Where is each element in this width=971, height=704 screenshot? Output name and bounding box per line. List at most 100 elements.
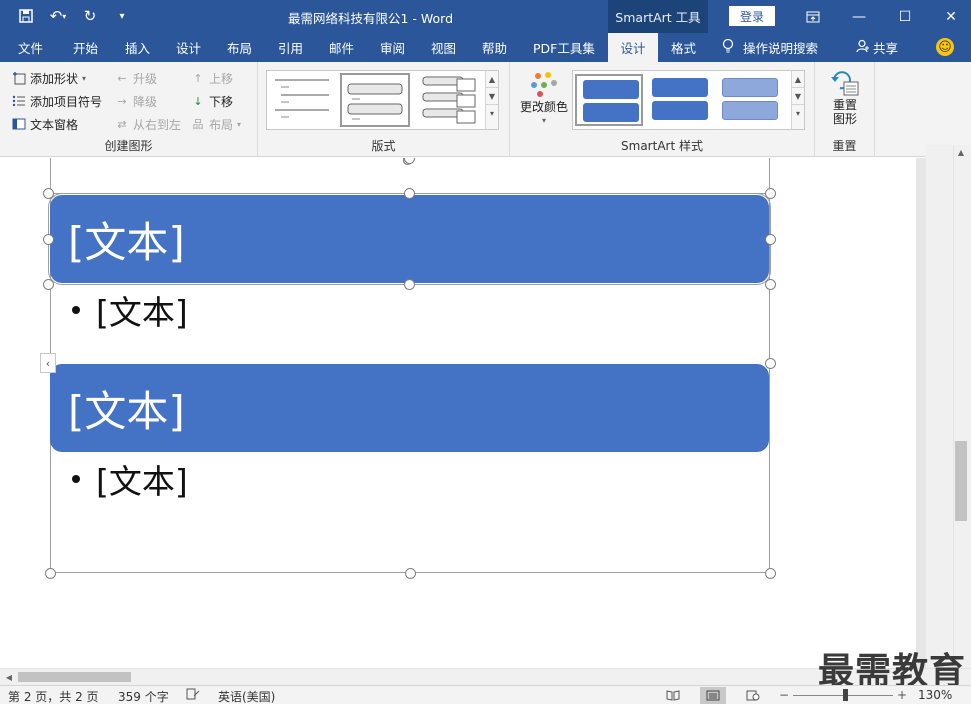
resize-handle[interactable] <box>42 233 54 245</box>
group-reset: 重置 图形 重置 <box>815 62 875 157</box>
feedback-smiley-icon[interactable]: ☺ <box>936 38 954 56</box>
scroll-down-icon[interactable]: ▼ <box>792 88 804 105</box>
vertical-scroll-track[interactable] <box>953 145 969 668</box>
resize-handle[interactable] <box>403 187 415 199</box>
text-pane-toggle-icon[interactable]: ‹ <box>40 353 56 373</box>
page-count[interactable]: 第 2 页，共 2 页 <box>8 688 99 704</box>
tab-view[interactable]: 视图 <box>431 33 456 62</box>
add-bullet-label: 添加项目符号 <box>30 94 103 109</box>
resize-handle[interactable] <box>42 187 54 199</box>
reset-graphic-label-2: 图形 <box>832 112 857 126</box>
word-count[interactable]: 359 个字 <box>118 688 169 704</box>
change-colors-button[interactable]: 更改颜色 ▾ <box>516 70 572 128</box>
resize-handle[interactable] <box>764 278 776 290</box>
undo-icon[interactable]: ↶ ▾ <box>46 5 70 27</box>
zoom-out-button[interactable]: − <box>779 688 789 702</box>
resize-handle[interactable] <box>764 187 776 199</box>
tab-home[interactable]: 开始 <box>73 33 98 62</box>
zoom-level[interactable]: 130% <box>918 688 952 702</box>
resize-handle[interactable] <box>764 567 776 579</box>
group-smartart-styles: 更改颜色 ▾ ▲ ▼ ▾ SmartArt 样式 <box>510 62 815 157</box>
read-mode-icon[interactable] <box>660 687 686 704</box>
minimize-icon[interactable]: — <box>836 0 882 33</box>
layout-gallery: ▲ ▼ ▾ <box>266 70 499 130</box>
promote-button[interactable]: ← 升级 <box>115 68 157 88</box>
proofing-icon[interactable] <box>186 688 200 703</box>
zoom-in-button[interactable]: + <box>897 688 907 702</box>
add-bullet-button[interactable]: 添加项目符号 <box>12 91 102 111</box>
tab-pdf-tools[interactable]: PDF工具集 <box>533 33 595 62</box>
resize-handle[interactable] <box>764 357 776 369</box>
document-page[interactable]: ⟳ [文本] [文本] [文本] [文本] ‹ <box>0 158 916 668</box>
resize-handle[interactable] <box>764 233 776 245</box>
resize-handle[interactable] <box>403 158 415 164</box>
layout-thumb-vertical-box-list[interactable] <box>340 73 410 127</box>
tab-review[interactable]: 审阅 <box>380 33 405 62</box>
lightbulb-icon <box>722 38 734 57</box>
add-shape-icon <box>12 71 26 85</box>
style-gallery-scroll[interactable]: ▲ ▼ ▾ <box>791 71 804 129</box>
tab-references[interactable]: 引用 <box>278 33 303 62</box>
title-bar: ↶ ▾ ↻ ▾ 最需网络科技有限公1 - Word SmartArt 工具 登录 … <box>0 0 971 33</box>
save-icon[interactable] <box>14 5 38 27</box>
resize-handle[interactable] <box>404 567 416 579</box>
smartart-shape[interactable]: [文本] <box>48 193 771 285</box>
reset-graphic-label-1: 重置 <box>832 98 857 112</box>
scroll-up-icon[interactable]: ▲ <box>953 145 969 159</box>
style-thumb-subtle-effect[interactable] <box>716 74 784 126</box>
vertical-scroll-thumb[interactable] <box>955 441 967 521</box>
tab-mailings[interactable]: 邮件 <box>329 33 354 62</box>
move-down-button[interactable]: ↓ 下移 <box>191 91 233 111</box>
scroll-up-icon[interactable]: ▲ <box>792 71 804 88</box>
horizontal-scroll-thumb[interactable] <box>18 672 131 682</box>
demote-button[interactable]: → 降级 <box>115 91 157 111</box>
tab-layout[interactable]: 布局 <box>227 33 252 62</box>
arrow-down-icon: ↓ <box>193 94 203 108</box>
tab-help[interactable]: 帮助 <box>482 33 507 62</box>
layout-gallery-scroll[interactable]: ▲ ▼ ▾ <box>485 71 498 129</box>
style-thumb-white-outline[interactable] <box>646 74 714 126</box>
resize-handle[interactable] <box>403 278 415 290</box>
add-shape-button[interactable]: 添加形状 ▾ <box>12 68 86 88</box>
smartart-bullet[interactable]: [文本] <box>72 286 188 334</box>
share-button[interactable]: 共享 <box>856 33 898 62</box>
resize-handle[interactable] <box>42 278 54 290</box>
web-layout-icon[interactable] <box>740 687 766 704</box>
style-thumb-simple-fill[interactable] <box>575 74 643 126</box>
scroll-down-icon[interactable]: ▼ <box>486 88 498 105</box>
zoom-slider-thumb[interactable] <box>843 689 848 701</box>
group-layouts: ▲ ▼ ▾ 版式 <box>258 62 510 157</box>
smartart-bullet[interactable]: [文本] <box>72 455 188 503</box>
move-up-button[interactable]: ↑ 上移 <box>191 68 233 88</box>
add-shape-label: 添加形状 <box>30 71 79 86</box>
customize-qat-icon[interactable]: ▾ <box>110 5 134 27</box>
print-layout-icon[interactable] <box>700 687 726 704</box>
text-pane-button[interactable]: 文本窗格 <box>12 114 78 134</box>
smartart-shape[interactable]: [文本] <box>50 364 769 452</box>
reset-graphic-button[interactable]: 重置 图形 <box>819 70 871 126</box>
close-icon[interactable]: ✕ <box>928 0 971 33</box>
tab-insert[interactable]: 插入 <box>125 33 150 62</box>
ribbon-display-options-icon[interactable] <box>790 0 836 33</box>
tab-design[interactable]: 设计 <box>176 33 201 62</box>
scroll-left-icon[interactable]: ◀ <box>2 670 16 684</box>
maximize-icon[interactable]: ☐ <box>882 0 928 33</box>
shape-text: [文本] <box>68 217 185 267</box>
vertical-scrollbar[interactable]: ▲ <box>926 145 971 668</box>
layout-thumb-vertical-bullet-list[interactable] <box>269 73 335 127</box>
redo-icon[interactable]: ↻ <box>78 5 102 27</box>
gallery-more-icon[interactable]: ▾ <box>486 105 498 122</box>
right-to-left-button[interactable]: ⇄ 从右到左 <box>115 114 181 134</box>
tab-format[interactable]: 格式 <box>671 33 696 62</box>
layout-button[interactable]: 品 布局 ▾ <box>191 114 242 134</box>
scroll-up-icon[interactable]: ▲ <box>486 71 498 88</box>
group-label-smartart-styles: SmartArt 样式 <box>621 139 703 153</box>
tab-smartart-design[interactable]: 设计 <box>608 33 658 62</box>
language[interactable]: 英语(美国) <box>218 688 275 704</box>
login-button[interactable]: 登录 <box>729 6 775 26</box>
tell-me-search[interactable]: 操作说明搜索 <box>722 33 818 62</box>
resize-handle[interactable] <box>44 567 56 579</box>
tab-file[interactable]: 文件 <box>18 33 43 62</box>
layout-thumb-stacked-list[interactable] <box>417 73 483 127</box>
gallery-more-icon[interactable]: ▾ <box>792 105 804 122</box>
